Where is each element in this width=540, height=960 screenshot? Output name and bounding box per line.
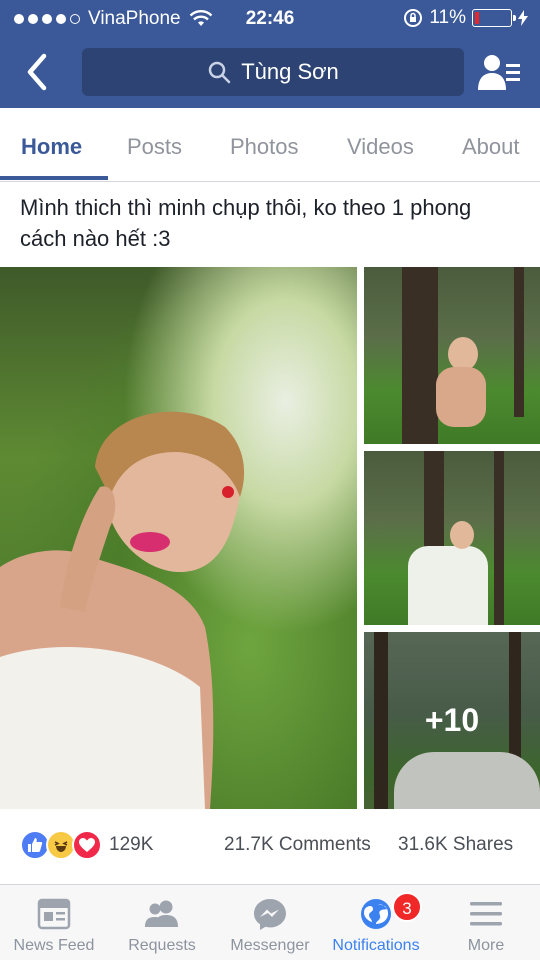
back-chevron-icon[interactable] [20, 48, 54, 96]
nav-news-feed[interactable]: News Feed [0, 885, 108, 960]
nav-more[interactable]: More [432, 885, 540, 960]
nav-label: Notifications [332, 937, 420, 954]
notification-badge: 3 [392, 892, 422, 922]
news-feed-icon [37, 898, 71, 930]
notifications-globe-icon [361, 899, 391, 929]
nav-label: Messenger [230, 937, 310, 954]
nav-label: More [467, 937, 505, 954]
nav-messenger[interactable]: Messenger [216, 885, 324, 960]
tab-videos[interactable]: Videos [347, 134, 414, 160]
nav-requests[interactable]: Requests [108, 885, 216, 960]
friend-list-icon[interactable] [478, 52, 522, 92]
person-figure [0, 411, 245, 809]
battery-percent: 11% [429, 7, 466, 28]
photo-3[interactable] [364, 451, 540, 625]
tab-photos[interactable]: Photos [230, 134, 299, 160]
profile-tabs: Home Posts Photos Videos About [0, 108, 540, 182]
charging-icon [518, 10, 528, 26]
tab-about[interactable]: About [462, 134, 520, 160]
nav-label: News Feed [13, 937, 95, 954]
friend-requests-icon [145, 900, 178, 927]
more-photos-overlay[interactable]: +10 [364, 632, 540, 809]
photo-4[interactable]: +10 [364, 632, 540, 809]
search-query: Tùng Sơn [241, 59, 339, 84]
battery-area: 11% [403, 7, 528, 29]
menu-icon [470, 902, 502, 926]
bottom-tab-bar: News Feed Requests Messenger Notificatio… [0, 884, 540, 960]
messenger-icon [254, 899, 286, 930]
search-bar[interactable]: Tùng Sơn [82, 48, 464, 96]
photo-main[interactable] [0, 267, 357, 809]
post-text: Mình thich thì minh chụp thôi, ko theo 1… [20, 195, 472, 251]
shares-count[interactable]: 31.6K Shares [398, 834, 513, 856]
nav-row: Tùng Sơn [0, 46, 540, 98]
comments-count[interactable]: 21.7K Comments [224, 834, 371, 856]
reaction-icons[interactable] [20, 830, 104, 860]
more-photos-count: +10 [424, 702, 480, 738]
tab-home[interactable]: Home [21, 134, 82, 160]
reaction-count[interactable]: 129K [109, 834, 153, 856]
tab-posts[interactable]: Posts [127, 134, 182, 160]
active-tab-indicator [0, 176, 108, 180]
status-bar: VinaPhone 22:46 11% [0, 0, 540, 36]
search-icon [208, 61, 231, 84]
rotation-lock-icon [404, 9, 423, 27]
reactions-row: 129K 21.7K Comments 31.6K Shares [0, 820, 540, 872]
photo-2[interactable] [364, 267, 540, 444]
photo-grid: +10 [0, 267, 540, 809]
battery-icon [472, 9, 516, 27]
love-reaction-icon [72, 830, 102, 860]
top-bar: VinaPhone 22:46 11% Tùng Sơn [0, 0, 540, 108]
nav-label: Requests [128, 937, 196, 954]
